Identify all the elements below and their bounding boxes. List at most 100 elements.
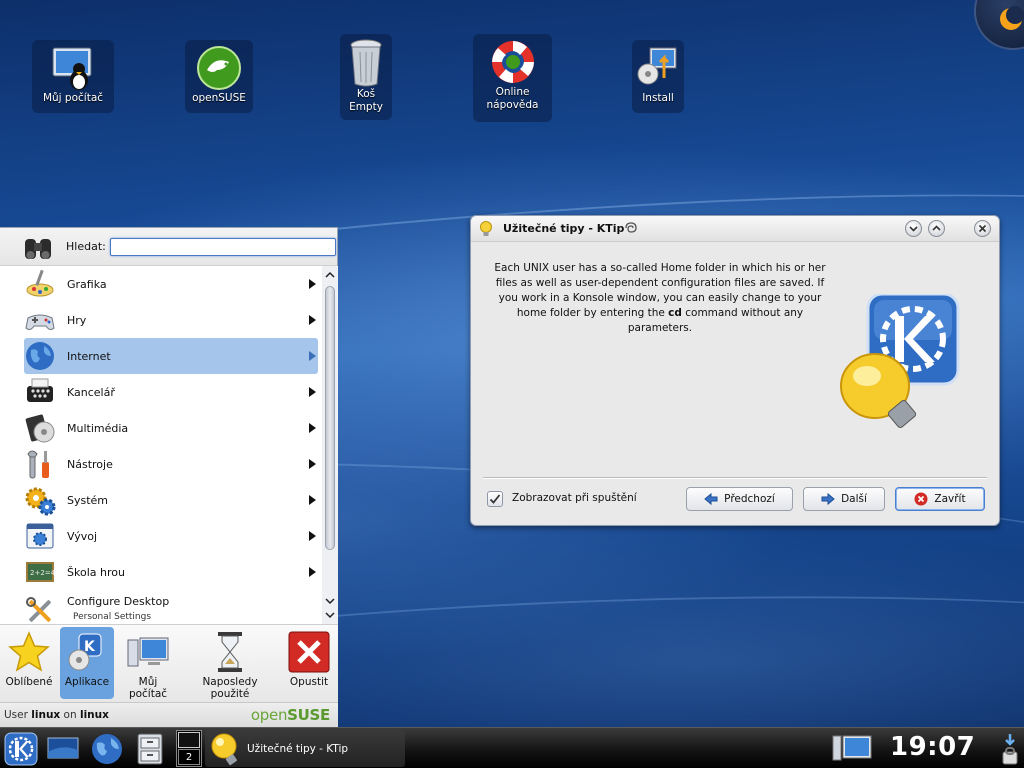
opensuse-icon [195,44,243,92]
hourglass-icon [208,630,252,674]
lifebuoy-icon [489,38,537,86]
user-prefix: User [4,709,28,721]
tab-label: Opustit [289,676,329,688]
desktop-icon-online-help[interactable]: Online nápověda [473,34,552,122]
maximize-button[interactable] [928,220,945,237]
show-on-startup-checkbox[interactable] [487,491,503,507]
show-desktop-button[interactable] [46,732,79,764]
desktop-icon-install[interactable]: Install [632,40,684,113]
exit-icon [287,630,331,674]
kickoff-tabs: Oblíbené K Aplikace Můj počítač Naposled… [0,624,338,702]
window-menu-icon[interactable] [623,220,639,236]
submenu-arrow-icon [309,279,316,289]
menu-item-label: Internet [67,349,111,363]
menu-item-configure-desktop[interactable]: Configure Desktop Personal Settings [0,590,322,624]
office-icon [24,376,56,408]
menu-item-label: Grafika [67,277,107,291]
close-icon [978,224,987,233]
user-on: on [63,709,77,721]
tab-my-computer[interactable]: Můj počítač [118,627,178,700]
tab-leave[interactable]: Opustit [282,627,336,699]
desktop-icon [47,737,79,759]
arrow-right-icon [821,492,835,506]
desktop-icon-label: Install [642,92,674,104]
menu-item-kancelar[interactable]: Kancelář [0,374,322,410]
close-window-button[interactable] [974,220,991,237]
taskbar: 2 Užitečné tipy - KTip 19:07 [0,727,1024,768]
submenu-arrow-icon [309,531,316,541]
submenu-arrow-icon [309,315,316,325]
kde-menu-button[interactable] [4,732,38,766]
checkmark-icon [489,494,501,504]
install-icon [636,44,680,92]
menu-item-label: Multimédia [67,421,129,435]
menu-item-internet[interactable]: Internet [24,338,318,374]
brand-suse: SUSE [287,706,330,724]
scroll-up-icon[interactable] [325,596,335,606]
task-button-ktip[interactable]: Užitečné tipy - KTip [205,730,405,767]
desktop-icon-trash[interactable]: Koš Empty [340,34,392,120]
submenu-arrow-icon [309,495,316,505]
desktop-icon-label: Můj počítač [42,92,104,104]
submenu-arrow-icon [309,459,316,469]
minimize-button[interactable] [905,220,922,237]
menu-item-skola-hrou[interactable]: 2+2=4 Škola hrou [0,554,322,590]
menu-item-multimedia[interactable]: Multimédia [0,410,322,446]
pager-desktop-1[interactable] [178,732,200,748]
computer-tux-icon [49,44,97,92]
menu-item-grafika[interactable]: Grafika [0,266,322,302]
search-input[interactable] [109,237,336,256]
kde-lightbulb-logo [837,292,967,434]
menu-item-label: Vývoj [67,529,98,543]
browser-launcher[interactable] [90,732,122,764]
gamepad-icon [24,304,56,336]
menu-item-system[interactable]: Systém [0,482,322,518]
menu-scrollbar[interactable] [322,266,338,624]
systray-updater[interactable] [1000,732,1022,765]
menu-item-hry[interactable]: Hry [0,302,322,338]
chalkboard-icon: 2+2=4 [24,556,56,588]
show-on-startup-label[interactable]: Zobrazovat při spuštění [512,492,637,504]
search-row: Hledat: [0,228,337,266]
desktop-icon-my-computer[interactable]: Můj počítač [32,40,114,113]
window-titlebar[interactable]: Užitečné tipy - KTip [471,216,999,242]
search-label: Hledat: [66,240,106,253]
close-button-label: Zavřít [934,493,966,505]
previous-button[interactable]: Předchozí [686,487,793,511]
next-button-label: Další [841,493,867,505]
desktop-icon-opensuse[interactable]: openSUSE [185,40,253,113]
computer-icon [126,630,170,674]
gears-icon [24,484,56,516]
trash-icon [346,38,386,88]
file-manager-launcher[interactable] [135,732,167,765]
kde-corner-button[interactable] [974,0,1024,50]
globe-icon [24,340,56,372]
tab-favorites[interactable]: Oblíbené [2,627,56,699]
menu-item-nastroje[interactable]: Nástroje [0,446,322,482]
tab-applications[interactable]: K Aplikace [60,627,114,699]
globe-icon [92,734,122,764]
lightbulb-icon [479,221,493,237]
opensuse-logo: openSUSE [251,706,330,724]
next-button[interactable]: Další [803,487,885,511]
menu-item-vyvoj[interactable]: Vývoj [0,518,322,554]
lightbulb-icon [211,733,237,766]
task-label: Užitečné tipy - KTip [247,742,349,755]
close-button[interactable]: Zavřít [895,487,985,511]
scroll-down-icon[interactable] [325,610,335,620]
systray-display-icon[interactable] [832,732,872,764]
close-circle-icon [914,492,928,506]
menu-item-label: Kancelář [67,385,115,399]
menu-item-label: Škola hrou [67,565,125,579]
arrow-left-icon [704,492,718,506]
clock[interactable]: 19:07 [890,732,975,762]
tab-recently-used[interactable]: Naposledy použité [182,627,278,700]
menu-item-label: Nástroje [67,457,113,471]
desktop-pager: 2 [176,730,202,767]
development-icon [24,520,56,552]
pager-desktop-2[interactable]: 2 [178,749,200,765]
desktop-icon-label: Online nápověda [486,86,539,111]
scrollbar-thumb[interactable] [325,286,335,550]
scroll-up-icon[interactable] [325,270,335,280]
tab-label: Oblíbené [5,676,53,688]
